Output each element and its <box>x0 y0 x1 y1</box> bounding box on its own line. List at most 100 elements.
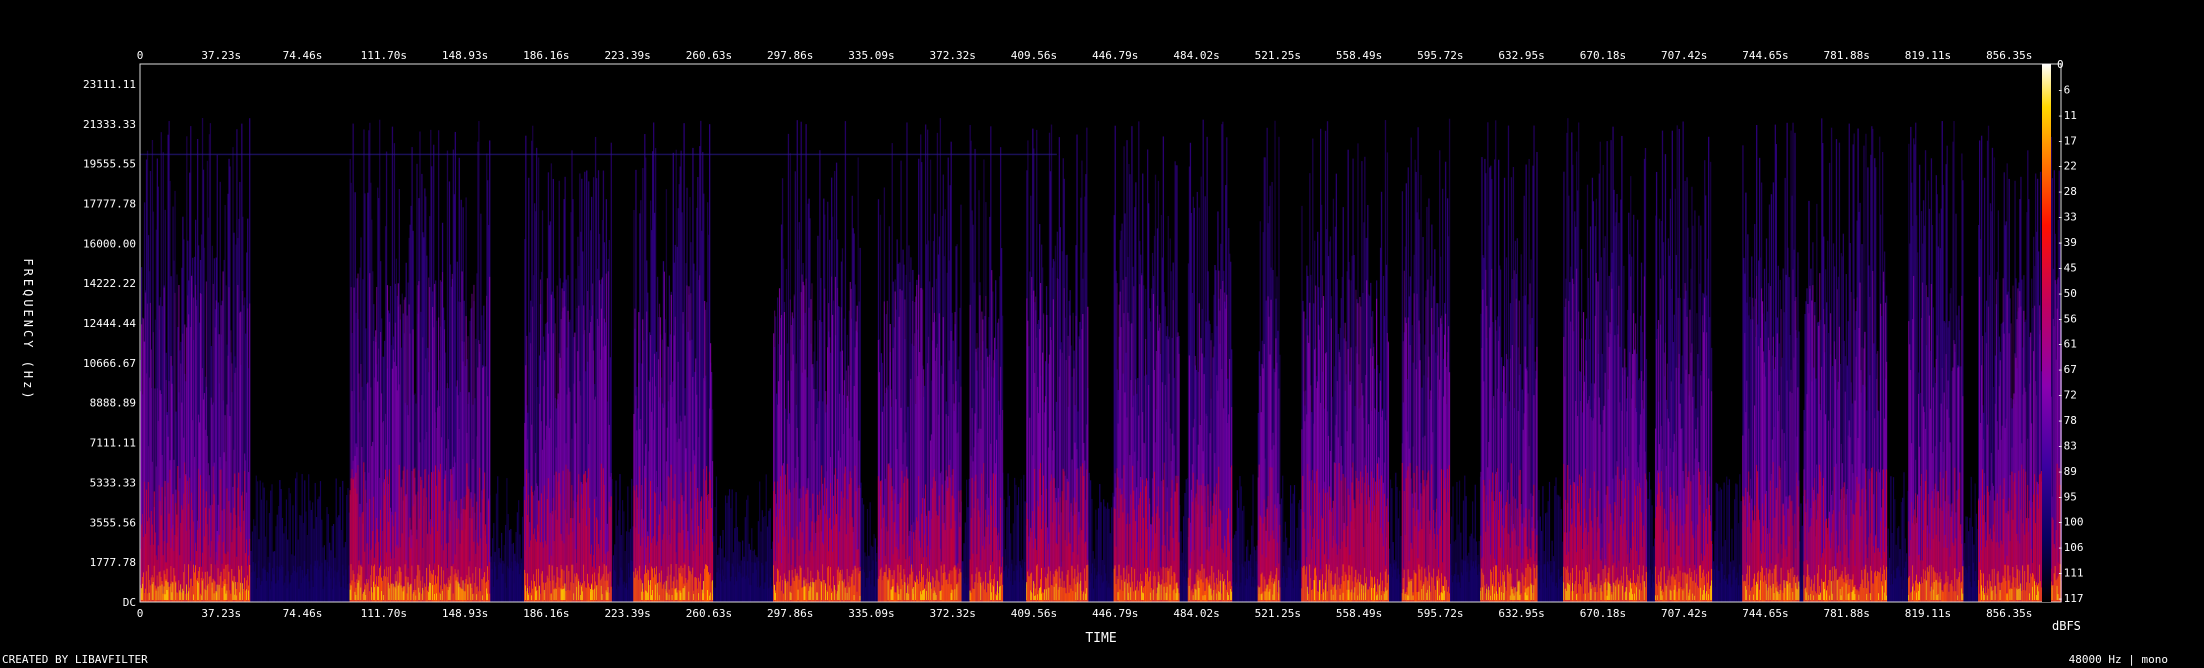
spectrogram-column-orange <box>537 568 540 602</box>
spectrogram-column-orange <box>156 575 158 602</box>
spectrogram-quiet-column <box>511 543 513 602</box>
spectrogram-quiet-column <box>257 481 259 602</box>
spectrogram-quiet-column <box>1109 533 1111 602</box>
spectrogram-quiet-column <box>514 553 516 602</box>
spectrogram-column-yellow <box>482 595 484 600</box>
spectrogram-quiet-column <box>1735 483 1737 602</box>
spectrogram-column-orange <box>554 587 556 602</box>
spectrogram-column-yellow <box>891 586 893 600</box>
spectrogram-quiet-column <box>1183 516 1185 602</box>
spectrogram-quiet-column <box>752 550 754 602</box>
spectrogram-column-orange <box>889 570 891 602</box>
spectrogram-quiet-column <box>1240 486 1242 602</box>
spectrogram-quiet-column <box>1468 552 1470 602</box>
spectrogram-column-orange <box>594 581 597 602</box>
spectrogram-column-orange <box>431 573 433 602</box>
spectrogram-quiet-column <box>1559 496 1561 602</box>
spectrogram-column-orange <box>975 573 977 602</box>
spectrogram-column-orange <box>694 577 696 602</box>
spectrogram-column-orange <box>540 573 542 602</box>
spectrogram-column-orange <box>958 573 960 602</box>
spectrogram-quiet-column <box>315 517 318 602</box>
spectrogram-quiet-column <box>1888 557 1891 602</box>
spectrogram-quiet-column <box>1452 486 1454 602</box>
spectrogram-quiet-column <box>1474 484 1476 602</box>
spectrogram-column-orange <box>483 577 485 602</box>
spectrogram-column-orange <box>557 577 559 602</box>
spectrogram-column-yellow <box>1026 582 1028 600</box>
spectrogram-column-yellow <box>812 581 814 600</box>
spectrogram-column-yellow <box>172 582 174 600</box>
spectrogram-column-orange <box>856 591 858 602</box>
spectrogram-quiet-column <box>872 546 874 602</box>
spectrogram-quiet-column <box>522 516 524 602</box>
spectrogram-column-orange <box>450 566 452 602</box>
spectrogram-column-orange <box>433 569 435 602</box>
spectrogram-column-orange <box>823 580 825 602</box>
spectrogram-column-yellow <box>240 582 242 600</box>
spectrogram-column-yellow <box>816 592 818 600</box>
spectrogram-column-yellow <box>1033 581 1035 600</box>
spectrogram-quiet-column <box>287 539 289 602</box>
spectrogram-column-orange <box>982 582 984 602</box>
spectrogram-column-yellow <box>357 583 359 600</box>
spectrogram-column-orange <box>894 592 896 602</box>
spectrogram-column-yellow <box>684 585 686 600</box>
spectrogram-column-orange <box>973 588 975 602</box>
spectrogram-column-orange <box>1027 571 1029 602</box>
spectrogram-quiet-column <box>1716 483 1719 602</box>
spectrogram-column-red <box>176 514 178 602</box>
spectrogram-quiet-column <box>963 543 965 602</box>
spectrogram-quiet-column <box>1392 542 1394 602</box>
spectrogram-quiet-column <box>1891 532 1893 602</box>
spectrogram-quiet-column <box>312 502 314 602</box>
spectrogram-quiet-column <box>1292 493 1294 602</box>
spectrogram-quiet-column <box>275 526 277 602</box>
spectrogram-quiet-column <box>1728 479 1730 602</box>
spectrogram-column-yellow <box>161 584 163 600</box>
spectrogram-quiet-column <box>503 545 505 602</box>
spectrogram-column-orange <box>776 581 778 602</box>
spectrogram-quiet-column <box>1541 530 1543 602</box>
spectrogram-column-yellow <box>165 580 167 600</box>
spectrogram-column-yellow <box>365 594 367 600</box>
spectrogram-column-red <box>526 469 528 602</box>
spectrogram-column-orange <box>805 578 807 602</box>
spectrogram-column-red <box>463 496 465 602</box>
spectrogram-column-orange <box>420 580 422 602</box>
spectrogram-column-red <box>438 471 441 602</box>
spectrogram-column-yellow <box>790 592 792 600</box>
spectrogram-column-yellow <box>403 586 405 600</box>
spectrogram-column-yellow <box>808 590 810 600</box>
spectrogram-column-yellow <box>157 586 159 600</box>
spectrogram-column-orange <box>425 586 427 602</box>
spectrogram-column-orange <box>566 565 568 602</box>
spectrogram-column-orange <box>919 570 921 602</box>
spectrogram-quiet-column <box>1180 531 1182 602</box>
spectrogram-column-yellow <box>607 587 609 600</box>
spectrogram-quiet-column <box>1020 479 1022 602</box>
spectrogram-column-yellow <box>387 582 389 600</box>
spectrogram-column-yellow <box>693 593 695 600</box>
spectrogram-quiet-column <box>1469 536 1471 602</box>
spectrogram-column-yellow <box>775 592 777 600</box>
spectrogram-column-red <box>182 509 184 602</box>
spectrogram-column-orange <box>792 577 794 602</box>
spectrogram-quiet-column <box>510 528 512 602</box>
spectrogram-column-orange <box>970 592 972 602</box>
spectrogram-column-orange <box>187 593 189 602</box>
spectrogram-quiet-column <box>298 515 301 602</box>
spectrogram-quiet-column <box>1896 528 1899 602</box>
spectrogram-column-orange <box>372 592 374 602</box>
spectrogram-column-orange <box>701 589 703 602</box>
spectrogram-column-red <box>973 508 975 602</box>
spectrogram-column-yellow <box>236 595 238 600</box>
spectrogram-quiet-column <box>497 476 499 602</box>
spectrogram-column-orange <box>579 585 581 602</box>
spectrogram-column-orange <box>244 577 246 602</box>
spectrogram-quiet-column <box>1024 501 1026 602</box>
spectrogram-column-orange <box>653 567 656 602</box>
spectrogram-column-yellow <box>394 587 396 600</box>
spectrogram-column-yellow <box>140 588 142 600</box>
spectrogram-quiet-column <box>1243 505 1245 602</box>
